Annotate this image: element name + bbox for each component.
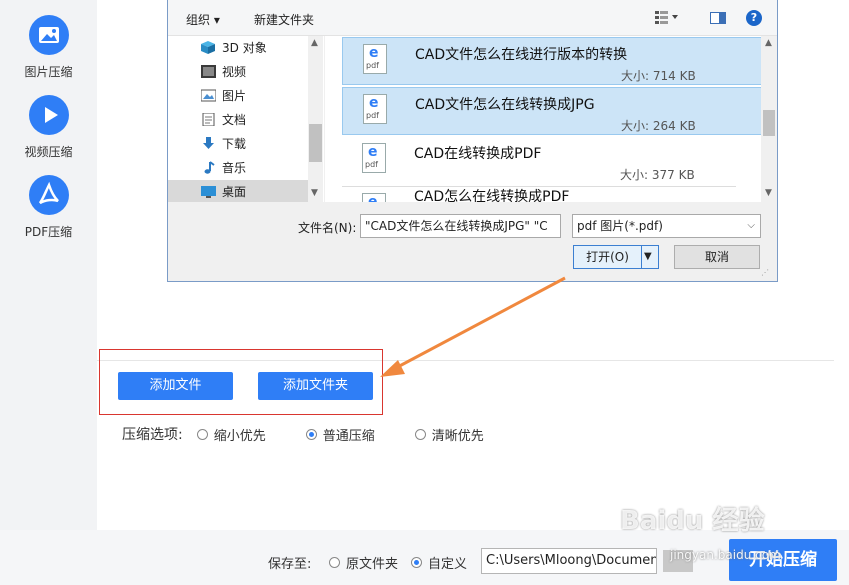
pictures-folder-icon xyxy=(200,89,217,102)
sidebar-item-label: 图片压缩 xyxy=(24,65,73,79)
scroll-down-icon[interactable]: ▼ xyxy=(765,188,772,198)
option-smaller-first[interactable]: 缩小优先 xyxy=(196,425,266,444)
pdf-file-icon: epdf xyxy=(363,44,387,74)
dropdown-arrow-icon[interactable]: ▼ xyxy=(644,246,652,268)
radio-selected-icon[interactable] xyxy=(305,428,317,440)
nav-item-desktop[interactable]: 桌面 xyxy=(168,180,308,202)
dialog-toolbar: 组织 ▾ 新建文件夹 ? xyxy=(168,0,777,36)
nav-item-label: 视频 xyxy=(222,64,247,79)
nav-item-3d-objects[interactable]: 3D 对象 xyxy=(168,36,308,58)
file-scroll-thumb[interactable] xyxy=(763,110,775,136)
preview-pane-icon[interactable] xyxy=(710,12,726,24)
view-options-icon[interactable] xyxy=(655,11,678,24)
open-file-dialog: 组织 ▾ 新建文件夹 ? 3D 对象 视频 图片 文档 下载 音乐 桌面 ▲ ▼… xyxy=(167,0,778,282)
play-icon xyxy=(28,95,69,135)
sidebar-item-label: PDF压缩 xyxy=(24,225,73,239)
watermark-logo: Baidu 经验 xyxy=(620,506,765,536)
filename-label: 文件名(N): xyxy=(298,221,357,235)
radio-icon[interactable] xyxy=(329,557,340,568)
desktop-folder-icon xyxy=(201,185,216,198)
file-name: CAD文件怎么在线进行版本的转换 xyxy=(415,47,628,63)
open-button-label: 打开(O) xyxy=(586,250,629,264)
nav-scrollbar[interactable]: ▲ ▼ xyxy=(308,36,323,202)
nav-item-label: 图片 xyxy=(222,88,247,103)
sidebar-item-video-compress[interactable]: 视频压缩 xyxy=(0,95,97,160)
option-label: 原文件夹 xyxy=(346,557,399,572)
option-label: 普通压缩 xyxy=(322,428,375,444)
filetype-value: pdf 图片(*.pdf) xyxy=(577,219,663,233)
3d-objects-icon xyxy=(201,40,216,54)
nav-scroll-thumb[interactable] xyxy=(309,124,322,162)
option-label: 缩小优先 xyxy=(213,428,266,444)
new-folder-button[interactable]: 新建文件夹 xyxy=(254,11,314,28)
scroll-up-icon[interactable]: ▲ xyxy=(311,38,318,48)
scroll-up-icon[interactable]: ▲ xyxy=(765,38,772,48)
file-size: 大小: 714 KB xyxy=(621,69,696,83)
pdf-icon xyxy=(28,175,69,215)
options-title: 压缩选项: xyxy=(122,427,183,443)
option-normal[interactable]: 普通压缩 xyxy=(305,425,375,444)
sidebar-item-image-compress[interactable]: 图片压缩 xyxy=(0,15,97,80)
organize-menu[interactable]: 组织 ▾ xyxy=(186,11,220,28)
nav-item-music[interactable]: 音乐 xyxy=(168,156,308,178)
file-size: 大小: 264 KB xyxy=(621,119,696,133)
cancel-button[interactable]: 取消 xyxy=(674,245,760,269)
pdf-file-icon: epdf xyxy=(362,193,386,202)
save-custom-option[interactable]: 自定义 xyxy=(411,553,467,572)
nav-item-label: 下载 xyxy=(222,136,247,151)
video-folder-icon xyxy=(201,64,216,78)
filetype-select[interactable]: pdf 图片(*.pdf) ⌵ xyxy=(572,214,761,238)
download-folder-icon xyxy=(201,136,216,150)
nav-item-pictures[interactable]: 图片 xyxy=(168,84,308,106)
navigation-pane: 3D 对象 视频 图片 文档 下载 音乐 桌面 xyxy=(168,36,324,202)
file-name: CAD文件怎么在线转换成JPG xyxy=(415,97,595,113)
nav-item-documents[interactable]: 文档 xyxy=(168,108,308,130)
file-item[interactable]: e pdf CAD文件怎么在线转换成JPG 大小: 264 KB xyxy=(342,87,761,135)
file-item[interactable]: epdf CAD怎么在线转换成PDF xyxy=(342,187,761,202)
option-label: 自定义 xyxy=(428,557,468,572)
music-folder-icon xyxy=(201,160,216,174)
add-file-button[interactable]: 添加文件 xyxy=(118,372,233,400)
filename-field[interactable]: "CAD文件怎么在线转换成JPG" "C xyxy=(360,214,561,238)
nav-item-label: 音乐 xyxy=(222,160,247,175)
file-list: e pdf CAD文件怎么在线进行版本的转换 大小: 714 KB e pdf CA… xyxy=(325,36,761,202)
nav-item-videos[interactable]: 视频 xyxy=(168,60,308,82)
option-clarity-first[interactable]: 清晰优先 xyxy=(414,425,484,444)
pdf-file-icon: epdf xyxy=(363,94,387,124)
nav-item-label: 3D 对象 xyxy=(222,40,267,55)
radio-icon[interactable] xyxy=(414,428,426,440)
save-path-field[interactable]: C:\Users\Mloong\Documents xyxy=(481,548,657,574)
file-name: CAD怎么在线转换成PDF xyxy=(414,189,570,202)
file-list-scrollbar[interactable]: ▲ ▼ xyxy=(761,36,777,202)
watermark-url: jingyan.baidu.com xyxy=(670,548,781,562)
resize-grip-icon[interactable]: ⋰ xyxy=(761,268,769,277)
right-strip xyxy=(834,0,849,530)
nav-item-label: 文档 xyxy=(222,112,247,127)
pdf-file-icon: epdf xyxy=(362,143,386,173)
sidebar: 图片压缩 视频压缩 PDF压缩 xyxy=(0,0,97,585)
sidebar-item-label: 视频压缩 xyxy=(24,145,73,159)
file-item[interactable]: e pdf CAD文件怎么在线进行版本的转换 大小: 714 KB xyxy=(342,37,761,85)
radio-icon[interactable] xyxy=(196,428,208,440)
nav-item-label: 桌面 xyxy=(222,184,247,199)
chevron-down-icon: ⌵ xyxy=(747,220,755,231)
image-icon xyxy=(28,15,69,55)
file-size: 大小: 377 KB xyxy=(620,168,695,182)
nav-item-downloads[interactable]: 下载 xyxy=(168,132,308,154)
documents-folder-icon xyxy=(201,112,216,126)
save-original-folder-option[interactable]: 原文件夹 xyxy=(329,553,398,572)
sidebar-item-pdf-compress[interactable]: PDF压缩 xyxy=(0,175,97,240)
option-label: 清晰优先 xyxy=(431,428,484,444)
add-folder-button[interactable]: 添加文件夹 xyxy=(258,372,373,400)
scroll-down-icon[interactable]: ▼ xyxy=(311,188,318,198)
split-divider xyxy=(641,246,642,268)
file-name: CAD在线转换成PDF xyxy=(414,146,542,162)
compression-options: 压缩选项: 缩小优先 普通压缩 清晰优先 xyxy=(122,424,484,444)
open-button[interactable]: 打开(O) ▼ xyxy=(573,245,659,269)
file-item[interactable]: e pdf CAD在线转换成PDF 大小: 377 KB xyxy=(342,137,761,185)
help-icon[interactable]: ? xyxy=(746,10,762,26)
radio-selected-icon[interactable] xyxy=(411,557,422,568)
save-to-label: 保存至: xyxy=(268,557,312,572)
